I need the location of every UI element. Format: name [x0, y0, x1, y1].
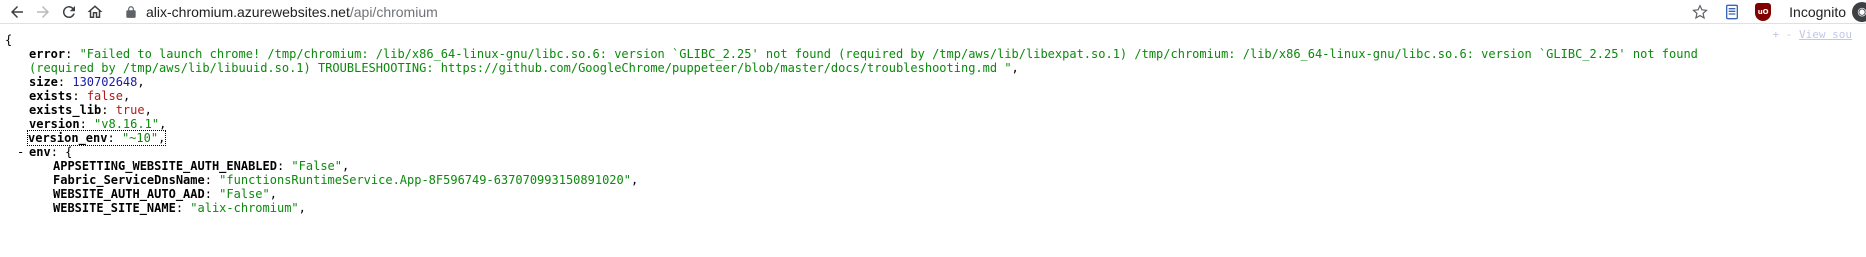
url-text: alix-chromium.azurewebsites.net/api/chro…: [146, 4, 438, 20]
bookmark-star-button[interactable]: [1691, 3, 1709, 21]
json-row-size: size: 130702648,: [29, 75, 145, 89]
json-row-error: error: "Failed to launch chrome! /tmp/ch…: [29, 47, 1698, 61]
json-key: WEBSITE_AUTH_AUTO_AAD: [53, 187, 205, 201]
home-icon: [87, 4, 103, 18]
json-row-env: env: {: [29, 145, 73, 159]
browser-toolbar: alix-chromium.azurewebsites.net/api/chro…: [0, 0, 1866, 24]
json-key: Fabric_ServiceDnsName: [53, 173, 205, 187]
url-host: alix-chromium.azurewebsites.net: [146, 3, 350, 20]
json-string-value: "False": [219, 187, 270, 201]
star-icon: [1692, 3, 1709, 19]
incognito-label[interactable]: Incognito: [1789, 4, 1846, 20]
json-bool-value: true: [115, 103, 145, 117]
reload-icon: [62, 5, 75, 18]
env-open-brace: {: [65, 145, 73, 159]
home-button[interactable]: [82, 1, 108, 23]
toolbar-right: uO Incognito ◉: [1677, 1, 1866, 23]
json-key: exists: [29, 89, 73, 103]
json-key: version_env: [28, 131, 108, 145]
url-path: /api/chromium: [349, 3, 438, 20]
json-string-value: "~10": [121, 131, 159, 145]
json-key: size: [29, 75, 58, 89]
ublock-shield-icon[interactable]: uO: [1755, 2, 1772, 21]
incognito-icon[interactable]: ◉: [1852, 1, 1866, 22]
json-string-value: "Failed to launch chrome! /tmp/chromium:…: [79, 47, 1698, 61]
json-row-error-cont: (required by /tmp/aws/lib/libuuid.so.1) …: [29, 61, 1019, 75]
json-row-exists: exists: false,: [29, 89, 131, 103]
root-open-brace: {: [5, 33, 13, 47]
json-string-value: "v8.16.1": [94, 117, 160, 131]
env-collapse-toggle[interactable]: -: [17, 145, 24, 159]
json-row-exists-lib: exists_lib: true,: [29, 103, 152, 117]
address-bar[interactable]: alix-chromium.azurewebsites.net/api/chro…: [124, 1, 1677, 23]
json-string-value: "functionsRuntimeService.App-8F596749-63…: [219, 173, 631, 187]
json-key: exists_lib: [29, 103, 102, 117]
json-row-env-entry: WEBSITE_AUTH_AUTO_AAD: "False",: [53, 187, 277, 201]
json-row-env-entry: APPSETTING_WEBSITE_AUTH_ENABLED: "False"…: [53, 159, 350, 173]
arrow-right-icon: [37, 5, 49, 18]
reader-extension-button[interactable]: [1723, 3, 1741, 21]
json-bool-value: false: [86, 89, 123, 103]
back-button[interactable]: [4, 1, 30, 23]
json-row-version-env[interactable]: version_env: "~10",: [26, 129, 167, 147]
json-row-env-entry: WEBSITE_SITE_NAME: "alix-chromium",: [53, 201, 306, 215]
extension-badge-text: uO: [1757, 7, 1769, 16]
arrow-left-icon: [11, 5, 23, 18]
json-string-value: "alix-chromium": [190, 201, 299, 215]
reload-button[interactable]: [56, 1, 82, 23]
json-key: env: [29, 145, 51, 159]
json-key: APPSETTING_WEBSITE_AUTH_ENABLED: [53, 159, 277, 173]
json-string-value: (required by /tmp/aws/lib/libuuid.so.1) …: [29, 61, 1012, 75]
json-key: WEBSITE_SITE_NAME: [53, 201, 176, 215]
json-key: error: [29, 47, 66, 61]
json-row-env-entry: Fabric_ServiceDnsName: "functionsRuntime…: [53, 173, 639, 187]
forward-button[interactable]: [30, 1, 56, 23]
document-list-icon: [1726, 4, 1739, 19]
lock-icon: [126, 5, 136, 18]
json-row-version: version: "v8.16.1",: [29, 117, 167, 131]
json-number-value: 130702648: [72, 75, 138, 89]
json-key: version: [29, 117, 80, 131]
json-viewer: { error: "Failed to launch chrome! /tmp/…: [0, 28, 1866, 257]
json-string-value: "False": [291, 159, 342, 173]
